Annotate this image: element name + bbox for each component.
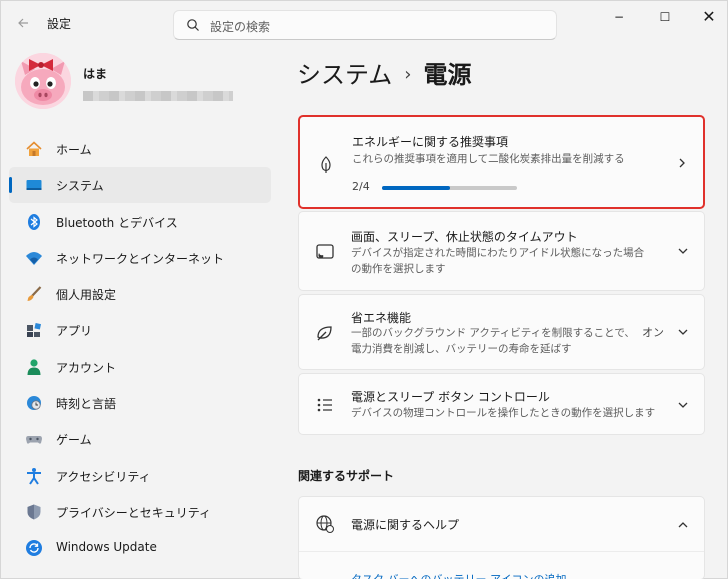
progress-fill <box>382 186 450 190</box>
chevron-down-icon <box>678 329 688 335</box>
progress-bar <box>382 186 517 190</box>
card-description: デバイスが指定された時間にわたりアイドル状態になった場合の動作を選択します <box>351 247 645 275</box>
sidebar-item-apps[interactable]: アプリ <box>9 312 271 348</box>
list-icon <box>317 398 332 412</box>
accessibility-icon <box>27 467 41 485</box>
system-icon <box>26 180 42 191</box>
screen-sleep-icon <box>316 244 334 259</box>
sidebar-item-label: 時刻と言語 <box>56 397 117 412</box>
page-title: 電源 <box>423 61 472 89</box>
power-button-controls-card[interactable]: 電源とスリープ ボタン コントロール デバイスの物理コントロールを操作したときの… <box>298 373 705 435</box>
maximize-button[interactable]: ☐ <box>647 5 683 33</box>
card-title: エネルギーに関する推奨事項 <box>352 135 509 149</box>
minimize-button[interactable]: − <box>601 5 637 33</box>
chevron-down-icon <box>678 402 688 408</box>
app-title: 設定 <box>47 17 72 31</box>
power-help-card[interactable]: 電源に関するヘルプ タスク バーへのバッテリー アイコンの追加 <box>298 496 705 579</box>
card-title: 省エネ機能 <box>351 311 412 325</box>
sidebar-item-label: プライバシーとセキュリティ <box>56 505 212 520</box>
sidebar-item-label: 個人用設定 <box>56 288 117 303</box>
energy-saver-card[interactable]: 省エネ機能 一部のバックグラウンド アクティビティを制限することで、電力消費を削… <box>298 294 705 370</box>
windows-update-icon <box>26 540 42 557</box>
sidebar-item-system[interactable]: システム <box>9 167 271 204</box>
energy-recommendations-card[interactable]: エネルギーに関する推奨事項 これらの推奨事項を適用して二酸化炭素排出量を削減する… <box>298 115 705 209</box>
sidebar-item-label: Bluetooth とデバイス <box>56 215 178 230</box>
screen-sleep-timeout-card[interactable]: 画面、スリープ、休止状態のタイムアウト デバイスが指定された時間にわたりアイドル… <box>298 211 705 291</box>
card-title: 画面、スリープ、休止状態のタイムアウト <box>351 230 578 244</box>
card-description: デバイスの物理コントロールを操作したときの動作を選択します <box>351 407 656 419</box>
breadcrumb: システム › 電源 <box>297 55 471 90</box>
progress-label: 2/4 <box>352 180 370 193</box>
avatar <box>15 53 71 109</box>
breadcrumb-parent[interactable]: システム <box>297 61 392 89</box>
battery-icon-help-link[interactable]: タスク バーへのバッテリー アイコンの追加 <box>351 571 566 579</box>
sidebar-item-label: ホーム <box>56 143 92 157</box>
sidebar-item-label: システム <box>56 179 104 194</box>
card-description: 一部のバックグラウンド アクティビティを制限することで、電力消費を削減し、バッテ… <box>351 327 635 355</box>
sidebar-item-network[interactable]: ネットワークとインターネット <box>9 240 271 276</box>
home-icon <box>26 141 42 156</box>
card-title: 電源とスリープ ボタン コントロール <box>351 390 550 404</box>
search-box[interactable]: 設定の検索 <box>173 10 557 40</box>
card-description: これらの推奨事項を適用して二酸化炭素排出量を削減する <box>352 153 625 165</box>
help-title: 電源に関するヘルプ <box>351 518 460 532</box>
time-language-icon <box>27 396 41 411</box>
wifi-icon <box>26 251 42 265</box>
shield-icon <box>27 504 41 520</box>
sidebar-item-accounts[interactable]: アカウント <box>9 349 271 385</box>
breadcrumb-separator: › <box>404 64 412 85</box>
apps-icon <box>27 323 42 338</box>
search-placeholder: 設定の検索 <box>210 20 271 34</box>
sidebar-item-personalization[interactable]: 個人用設定 <box>9 276 271 312</box>
sidebar-item-label: Windows Update <box>56 540 157 555</box>
sidebar-item-label: アカウント <box>56 360 117 375</box>
back-button[interactable] <box>13 13 33 33</box>
bluetooth-icon <box>28 213 40 230</box>
sidebar-item-label: ネットワークとインターネット <box>56 251 225 266</box>
chevron-up-icon <box>678 522 688 528</box>
sidebar-item-gaming[interactable]: ゲーム <box>9 421 271 457</box>
back-arrow-icon <box>18 18 28 28</box>
pig-avatar-icon <box>15 53 71 109</box>
search-icon <box>187 19 199 31</box>
account-icon <box>27 359 41 375</box>
user-name: はま <box>83 67 108 81</box>
chevron-right-icon <box>679 158 685 168</box>
sidebar-item-accessibility[interactable]: アクセシビリティ <box>9 458 271 494</box>
energy-saver-status: オン <box>642 326 664 339</box>
active-indicator <box>9 177 12 194</box>
gamepad-icon <box>26 436 42 445</box>
chevron-down-icon <box>678 248 688 254</box>
title-bar: 設定 設定の検索 − ☐ ✕ <box>1 1 728 45</box>
user-profile[interactable]: はま <box>15 53 275 109</box>
sidebar-item-home[interactable]: ホーム <box>9 131 271 167</box>
related-support-heading: 関連するサポート <box>298 469 395 483</box>
divider <box>299 551 704 552</box>
leaf-icon <box>321 156 331 173</box>
sidebar-item-privacy[interactable]: プライバシーとセキュリティ <box>9 494 271 530</box>
settings-window: 設定 設定の検索 − ☐ ✕ はま ホーム システム Bluetooth とデバ… <box>0 0 728 579</box>
close-button[interactable]: ✕ <box>691 5 727 33</box>
sidebar-item-label: アプリ <box>56 324 93 339</box>
sidebar-item-time-language[interactable]: 時刻と言語 <box>9 385 271 421</box>
brush-icon <box>27 286 42 302</box>
sidebar-nav: ホーム システム Bluetooth とデバイス ネットワークとインターネット <box>9 131 271 567</box>
user-email-redacted <box>83 91 233 101</box>
globe-help-icon <box>316 515 334 533</box>
sidebar-item-label: ゲーム <box>56 433 92 448</box>
sidebar-item-label: アクセシビリティ <box>56 469 151 484</box>
sidebar-item-windows-update[interactable]: Windows Update <box>9 530 271 566</box>
sidebar-item-bluetooth[interactable]: Bluetooth とデバイス <box>9 204 271 240</box>
energy-saver-leaf-icon <box>317 326 332 341</box>
